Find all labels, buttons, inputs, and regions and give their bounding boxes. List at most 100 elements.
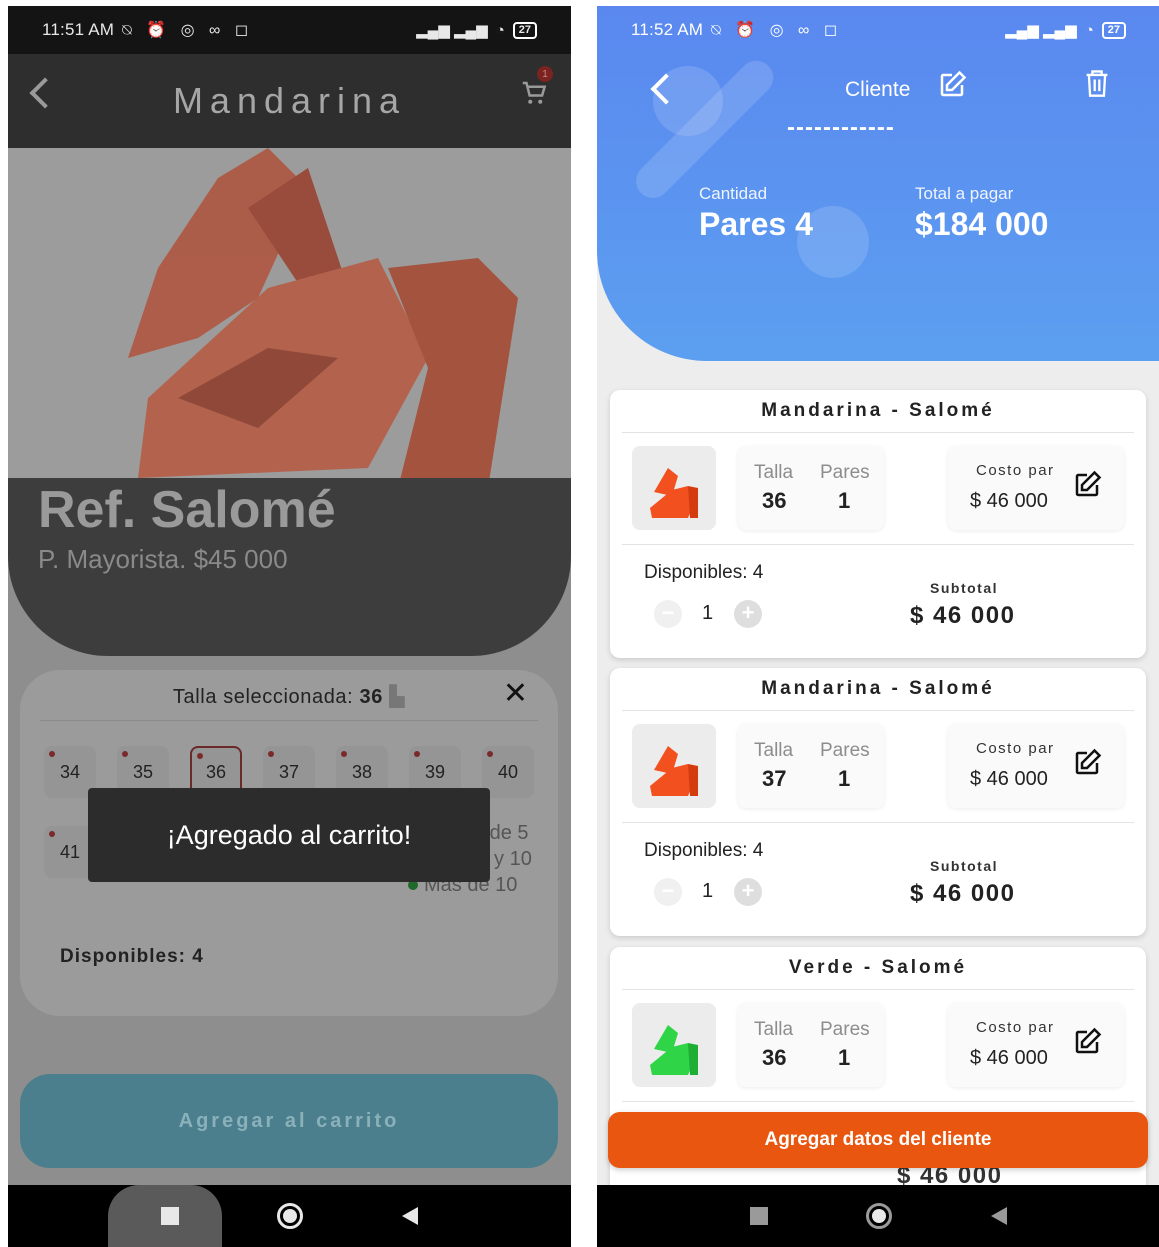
app-bar-title: Mandarina xyxy=(172,80,407,121)
order-title: Verde - Salomé xyxy=(788,957,968,978)
order-item: Mandarina - Salomé Talla 36 Pares 1 Cost… xyxy=(610,390,1146,658)
pairs-label: Pares xyxy=(820,1019,870,1040)
system-icons: ▂▄▆ ▂▄▆ ◔ 27 xyxy=(416,21,537,39)
home-button[interactable] xyxy=(230,1185,350,1247)
cost-value: $ 46 000 xyxy=(970,768,1048,790)
cart-summary-header xyxy=(597,6,1159,361)
edit-price-icon[interactable] xyxy=(1072,748,1102,785)
cost-value: $ 46 000 xyxy=(970,490,1048,512)
selected-size-value: 36 xyxy=(359,686,383,708)
add-client-data-button[interactable]: Agregar datos del cliente xyxy=(608,1112,1148,1168)
increment-button[interactable]: + xyxy=(734,878,762,906)
pairs-value: 1 xyxy=(838,766,851,791)
product-hero: Ref. Salomé P. Mayorista. $45 000 xyxy=(8,148,571,656)
subtotal-label: Subtotal xyxy=(930,858,998,874)
battery-icon: 27 xyxy=(1101,21,1126,39)
client-label: Cliente xyxy=(845,78,911,101)
system-icons: ▂▄▆ ▂▄▆ ◔ 27 xyxy=(1005,21,1126,39)
circle-icon xyxy=(865,1203,892,1229)
size-value: 37 xyxy=(762,766,787,791)
signal-icon: ▂▄▆ ▂▄▆ xyxy=(416,22,488,39)
size-value: 36 xyxy=(762,1045,787,1070)
divider xyxy=(40,720,538,721)
subtotal-label: Subtotal xyxy=(930,580,998,596)
increment-button[interactable]: + xyxy=(734,600,762,628)
notification-icons: ⍉ ⏰ ◎ ∞ ◻ xyxy=(122,22,254,39)
square-icon xyxy=(749,1207,768,1225)
size-label: Talla xyxy=(754,462,794,483)
size-pairs-box: Talla 36 Pares 1 xyxy=(738,1003,884,1087)
cart-badge: 1 xyxy=(537,66,553,82)
battery-icon: 27 xyxy=(512,21,537,39)
triangle-back-icon xyxy=(401,1207,418,1225)
divider xyxy=(622,822,1134,823)
total-value: $184 000 xyxy=(915,206,1049,242)
divider xyxy=(622,1101,1134,1102)
size-label: Talla xyxy=(754,740,794,761)
signal-icon: ▂▄▆ ▂▄▆ xyxy=(1005,22,1077,39)
available-count: Disponibles: 4 xyxy=(644,562,764,583)
close-icon[interactable]: ✕ xyxy=(503,676,528,711)
square-icon xyxy=(160,1207,179,1225)
notification-icons: ⍉ ⏰ ◎ ∞ ◻ xyxy=(711,22,843,39)
product-price: P. Mayorista. $45 000 xyxy=(38,544,288,574)
app-bar: Mandarina 1 xyxy=(8,54,571,148)
edit-price-icon[interactable] xyxy=(1072,1027,1102,1064)
trash-icon[interactable] xyxy=(1083,68,1111,105)
ruler-icon: ▙ xyxy=(389,686,406,708)
order-item: Verde - Salomé Talla 36 Pares 1 Costo pa… xyxy=(610,947,1146,1215)
pairs-label: Pares xyxy=(820,740,870,761)
quantity-value: 1 xyxy=(702,602,714,624)
cost-label: Costo par xyxy=(976,1019,1055,1036)
back-button[interactable] xyxy=(350,1185,470,1247)
edit-price-icon[interactable] xyxy=(1072,470,1102,507)
selected-size-label: Talla seleccionada: xyxy=(172,686,354,708)
edit-client-icon[interactable] xyxy=(937,70,967,107)
size-pairs-box: Talla 36 Pares 1 xyxy=(738,446,884,530)
divider xyxy=(622,544,1134,545)
available-count: Disponibles: 4 xyxy=(644,840,764,861)
pairs-label: Pares xyxy=(820,462,870,483)
available-count: Disponibles: 4 xyxy=(60,946,204,967)
pairs-value: 1 xyxy=(838,488,851,513)
back-button[interactable] xyxy=(939,1185,1059,1247)
recents-button[interactable] xyxy=(110,1185,230,1247)
status-bar: 11:51 AM ⍉ ⏰ ◎ ∞ ◻ ▂▄▆ ▂▄▆ ◔ 27 xyxy=(8,6,571,54)
circle-icon xyxy=(276,1203,303,1229)
subtotal-value: $ 46 000 xyxy=(910,880,1016,907)
cart-screen: 11:52 AM ⍉ ⏰ ◎ ∞ ◻ ▂▄▆ ▂▄▆ ◔ 27 Cliente … xyxy=(597,6,1159,1247)
order-title: Mandarina - Salomé xyxy=(761,678,995,699)
order-title: Mandarina - Salomé xyxy=(761,400,995,421)
recents-button[interactable] xyxy=(699,1185,819,1247)
status-time: 11:52 AM xyxy=(631,20,704,39)
client-name-placeholder: ------------ xyxy=(787,114,895,141)
cost-value: $ 46 000 xyxy=(970,1047,1048,1069)
product-thumbnail xyxy=(632,446,716,530)
quantity-value: 1 xyxy=(702,880,714,902)
selected-size-header: Talla seleccionada: 36 ▙ xyxy=(20,684,558,709)
product-photo xyxy=(8,148,571,488)
size-label: Talla xyxy=(754,1019,794,1040)
status-time: 11:51 AM xyxy=(42,20,115,39)
size-value: 36 xyxy=(762,488,787,513)
product-thumbnail xyxy=(632,724,716,808)
order-item: Mandarina - Salomé Talla 37 Pares 1 Cost… xyxy=(610,668,1146,936)
product-ref: Ref. Salomé xyxy=(38,481,336,539)
decrement-button[interactable]: − xyxy=(654,600,682,628)
quantity-label: Cantidad xyxy=(699,184,768,203)
size-pairs-box: Talla 37 Pares 1 xyxy=(738,724,884,808)
add-to-cart-button[interactable]: Agregar al carrito xyxy=(20,1074,558,1168)
system-nav-bar xyxy=(8,1185,571,1247)
subtotal-value: $ 46 000 xyxy=(910,602,1016,629)
toast-message: ¡Agregado al carrito! xyxy=(88,788,490,882)
home-button[interactable] xyxy=(819,1185,939,1247)
triangle-back-icon xyxy=(990,1207,1007,1225)
divider xyxy=(622,710,1134,711)
status-bar: 11:52 AM ⍉ ⏰ ◎ ∞ ◻ ▂▄▆ ▂▄▆ ◔ 27 xyxy=(597,6,1159,54)
decrement-button[interactable]: − xyxy=(654,878,682,906)
total-label: Total a pagar xyxy=(915,184,1014,203)
cart-icon[interactable] xyxy=(519,78,549,116)
pairs-value: 1 xyxy=(838,1045,851,1070)
divider xyxy=(622,989,1134,990)
wifi-icon: ◔ xyxy=(1084,21,1094,39)
